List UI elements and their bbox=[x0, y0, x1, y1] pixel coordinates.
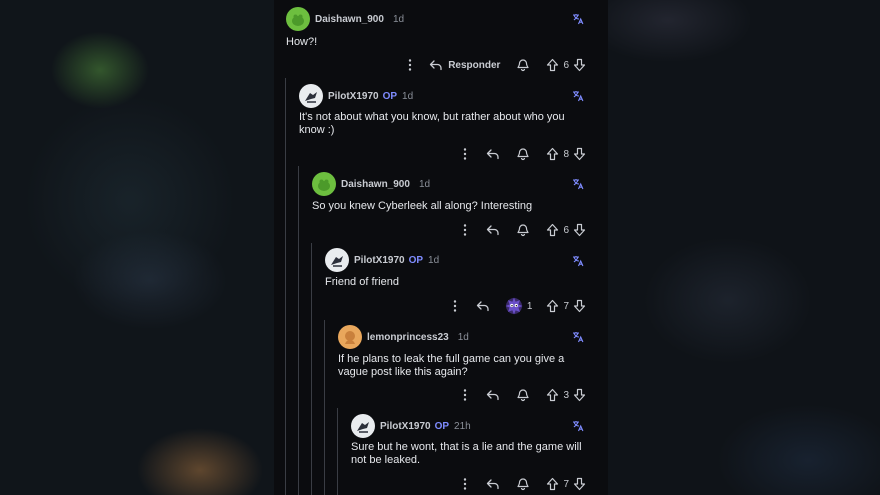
arrow-up-icon bbox=[547, 223, 559, 237]
avatar[interactable] bbox=[325, 248, 349, 272]
arrow-down-icon bbox=[573, 58, 586, 72]
translate-icon[interactable] bbox=[572, 255, 584, 270]
upvote-button[interactable] bbox=[546, 299, 559, 313]
reply-arrow-icon bbox=[487, 149, 500, 160]
downvote-button[interactable] bbox=[573, 299, 586, 313]
blurred-background-left bbox=[0, 0, 274, 495]
comment-age: 1d bbox=[392, 13, 405, 25]
upvote-button[interactable] bbox=[546, 388, 559, 402]
vote-count: 6 bbox=[563, 224, 569, 236]
avatar[interactable] bbox=[312, 172, 336, 196]
translate-icon[interactable] bbox=[572, 90, 584, 105]
reply-button[interactable] bbox=[486, 388, 500, 402]
vote-count: 8 bbox=[563, 148, 569, 160]
username[interactable]: PilotX1970 bbox=[380, 421, 431, 432]
translate-icon[interactable] bbox=[572, 420, 584, 435]
thread-line bbox=[324, 320, 325, 495]
arrow-down-icon bbox=[573, 223, 586, 237]
more-vertical-icon[interactable] bbox=[460, 147, 470, 161]
translate-icon[interactable] bbox=[572, 331, 584, 346]
arrow-down-icon bbox=[573, 388, 586, 402]
thread-line bbox=[285, 78, 286, 495]
downvote-button[interactable] bbox=[573, 388, 586, 402]
upvote-button[interactable] bbox=[546, 477, 559, 491]
comment-body: So you knew Cyberleek all along? Interes… bbox=[312, 200, 533, 212]
more-vertical-icon[interactable] bbox=[460, 388, 470, 402]
avatar[interactable] bbox=[351, 414, 375, 438]
username[interactable]: PilotX1970 bbox=[328, 91, 379, 102]
reply-arrow-icon bbox=[487, 390, 500, 401]
award-badge[interactable]: 1 bbox=[504, 296, 533, 316]
arrow-up-icon bbox=[547, 58, 559, 72]
op-badge: OP bbox=[408, 254, 424, 266]
downvote-button[interactable] bbox=[573, 477, 586, 491]
award-icon[interactable] bbox=[516, 223, 530, 237]
reply-arrow-icon bbox=[476, 301, 489, 312]
comment-body: It's not about what you know, but rather… bbox=[299, 111, 565, 136]
upvote-button[interactable] bbox=[546, 223, 559, 237]
vote-count: 3 bbox=[563, 389, 569, 401]
award-star-icon bbox=[505, 297, 523, 315]
comment-body: Sure but he wont, that is a lie and the … bbox=[351, 441, 582, 466]
arrow-down-icon bbox=[573, 147, 586, 161]
comment-age: 21h bbox=[454, 420, 471, 432]
username[interactable]: Daishawn_900 bbox=[341, 179, 410, 190]
username[interactable]: Daishawn_900 bbox=[315, 14, 384, 25]
username[interactable]: lemonprincess23 bbox=[367, 332, 449, 343]
op-badge: OP bbox=[434, 420, 450, 432]
upvote-button[interactable] bbox=[546, 58, 559, 72]
comment-thread-panel[interactable]: Daishawn_900 1d How?! Responder 6 PilotX… bbox=[274, 0, 608, 495]
avatar[interactable] bbox=[286, 7, 310, 31]
reply-button[interactable]: Responder bbox=[429, 58, 500, 72]
award-count: 1 bbox=[526, 300, 533, 312]
reply-button[interactable] bbox=[486, 477, 500, 491]
comment-age: 1d bbox=[457, 331, 469, 343]
upvote-button[interactable] bbox=[546, 147, 559, 161]
more-vertical-icon[interactable] bbox=[405, 58, 415, 72]
award-icon[interactable] bbox=[516, 477, 530, 491]
vote-count: 6 bbox=[563, 59, 569, 71]
avatar[interactable] bbox=[338, 325, 362, 349]
thread-line bbox=[337, 408, 338, 495]
downvote-button[interactable] bbox=[573, 58, 586, 72]
more-vertical-icon[interactable] bbox=[460, 223, 470, 237]
comment-body: If he plans to leak the full game can yo… bbox=[338, 353, 565, 378]
reply-arrow-icon bbox=[487, 225, 500, 236]
arrow-down-icon bbox=[573, 477, 586, 491]
award-icon[interactable] bbox=[516, 388, 530, 402]
downvote-button[interactable] bbox=[573, 147, 586, 161]
op-badge: OP bbox=[382, 90, 398, 102]
award-icon[interactable] bbox=[516, 147, 530, 161]
award-icon[interactable] bbox=[516, 58, 530, 72]
thread-line bbox=[311, 243, 312, 495]
vote-count: 7 bbox=[563, 300, 569, 312]
comment-age: 1d bbox=[418, 178, 431, 190]
username[interactable]: PilotX1970 bbox=[354, 255, 405, 266]
arrow-up-icon bbox=[547, 147, 559, 161]
reply-button[interactable] bbox=[486, 223, 500, 237]
arrow-down-icon bbox=[573, 299, 586, 313]
arrow-up-icon bbox=[547, 299, 559, 313]
arrow-up-icon bbox=[547, 477, 559, 491]
arrow-up-icon bbox=[547, 388, 559, 402]
comment-age: 1d bbox=[428, 254, 440, 266]
blurred-background-right bbox=[608, 0, 880, 495]
vote-count: 7 bbox=[563, 478, 569, 490]
comment-body: How?! bbox=[286, 36, 318, 48]
translate-icon[interactable] bbox=[572, 178, 584, 193]
comment-age: 1d bbox=[402, 90, 414, 102]
reply-button[interactable] bbox=[486, 147, 500, 161]
reply-label: Responder bbox=[448, 59, 501, 71]
downvote-button[interactable] bbox=[573, 223, 586, 237]
reply-arrow-icon bbox=[487, 479, 500, 490]
more-vertical-icon[interactable] bbox=[450, 299, 460, 313]
reply-button[interactable] bbox=[476, 299, 490, 313]
reply-arrow-icon bbox=[430, 60, 442, 71]
translate-icon[interactable] bbox=[572, 13, 584, 28]
more-vertical-icon[interactable] bbox=[460, 477, 470, 491]
comment-body: Friend of friend bbox=[325, 276, 399, 288]
thread-line bbox=[298, 166, 299, 495]
avatar[interactable] bbox=[299, 84, 323, 108]
